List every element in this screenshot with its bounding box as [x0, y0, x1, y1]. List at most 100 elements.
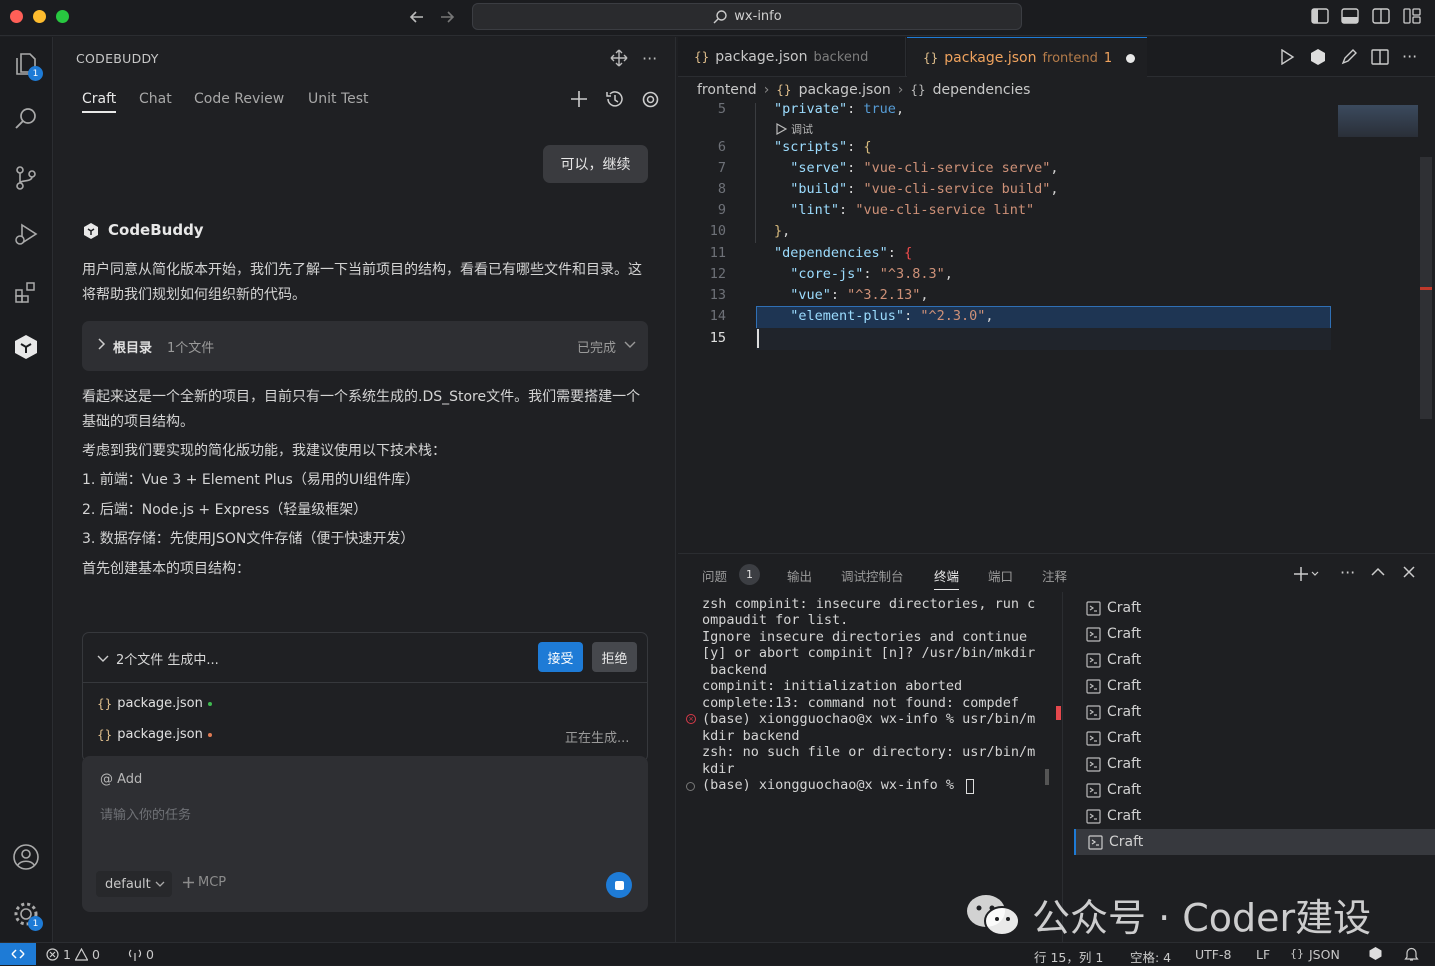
- code-line-12: "core-js": "^3.8.3",: [790, 266, 953, 282]
- code-area[interactable]: 5 "private": true, 调试 6 "scripts": { 7 "…: [678, 103, 1423, 552]
- minimize-window-button[interactable]: [33, 10, 46, 23]
- toggle-panel-icon[interactable]: [1341, 8, 1359, 24]
- history-icon[interactable]: [605, 90, 624, 109]
- chevron-down-icon[interactable]: [97, 655, 109, 663]
- tab-ports[interactable]: 端口: [988, 566, 1013, 585]
- session-label: Craft: [1107, 678, 1142, 694]
- add-context-button[interactable]: @ Add: [100, 772, 142, 787]
- terminal-session-item[interactable]: Craft: [1074, 673, 1435, 699]
- tab-comments[interactable]: 注释: [1042, 566, 1067, 585]
- task-input[interactable]: 请输入你的任务: [100, 804, 191, 823]
- source-control-icon[interactable]: [9, 161, 43, 195]
- warning-icon: [74, 948, 88, 961]
- chat-input-box[interactable]: @ Add 请输入你的任务 default MCP: [82, 756, 648, 912]
- explorer-icon[interactable]: 1: [9, 47, 43, 81]
- terminal-icon: [1086, 808, 1101, 824]
- codebuddy-icon[interactable]: [9, 330, 43, 364]
- tab-unit-test[interactable]: Unit Test: [308, 91, 369, 107]
- notifications-bell-icon[interactable]: [1404, 946, 1419, 962]
- folder-label: 根目录: [113, 341, 153, 356]
- terminal-session-item[interactable]: Craft: [1074, 803, 1435, 829]
- minimap[interactable]: [1338, 105, 1418, 137]
- account-icon[interactable]: [9, 840, 43, 874]
- tab-package-json-backend[interactable]: {} package.json backend: [678, 37, 906, 77]
- activity-bar: 1 1: [0, 37, 53, 942]
- terminal-icon: [1086, 704, 1101, 720]
- more-actions-icon[interactable]: ···: [642, 49, 657, 68]
- remote-indicator-icon[interactable]: [0, 943, 36, 965]
- run-icon[interactable]: [1279, 49, 1295, 65]
- generated-file-2[interactable]: {} package.json: [97, 727, 212, 742]
- json-file-icon: {}: [694, 50, 710, 64]
- terminal-session-item[interactable]: Craft: [1074, 595, 1435, 621]
- codebuddy-action-icon[interactable]: [1309, 48, 1327, 66]
- extensions-icon[interactable]: [9, 275, 43, 309]
- terminal-session-item[interactable]: Craft: [1074, 725, 1435, 751]
- back-arrow-icon[interactable]: [408, 8, 426, 26]
- terminal-scrollbar[interactable]: [1045, 769, 1049, 785]
- stop-generation-button[interactable]: [606, 872, 632, 898]
- breadcrumb-folder[interactable]: frontend: [697, 82, 757, 98]
- line-number: 6: [717, 139, 726, 155]
- tab-package-json-frontend[interactable]: {} package.json frontend 1: [907, 37, 1147, 78]
- language-mode[interactable]: {} JSON: [1290, 947, 1340, 962]
- cursor-position[interactable]: 行 15，列 1: [1034, 947, 1103, 966]
- terminal-session-item[interactable]: Craft: [1074, 647, 1435, 673]
- accept-button[interactable]: 接受: [538, 642, 583, 672]
- encoding[interactable]: UTF-8: [1195, 947, 1231, 962]
- zoom-window-button[interactable]: [56, 10, 69, 23]
- close-window-button[interactable]: [10, 10, 23, 23]
- generated-file-1[interactable]: {} package.json: [97, 696, 212, 711]
- generation-title: 2个文件 生成中...: [116, 653, 219, 668]
- terminal-line: zsh compinit: insecure directories, run …: [702, 596, 1036, 612]
- model-select[interactable]: default: [96, 871, 172, 897]
- line-ending[interactable]: LF: [1256, 947, 1270, 962]
- ports-status[interactable]: 0: [128, 947, 154, 962]
- tab-terminal[interactable]: 终端: [934, 566, 960, 590]
- tab-output[interactable]: 输出: [787, 566, 812, 585]
- mcp-button[interactable]: MCP: [182, 875, 226, 890]
- more-actions-icon[interactable]: ···: [1340, 563, 1355, 582]
- tab-code-review[interactable]: Code Review: [194, 91, 284, 107]
- customize-layout-icon[interactable]: [1403, 8, 1421, 24]
- unsaved-dot-icon[interactable]: [1126, 53, 1136, 63]
- new-chat-icon[interactable]: [570, 90, 588, 108]
- tab-debug-console[interactable]: 调试控制台: [841, 566, 904, 585]
- indentation[interactable]: 空格: 4: [1130, 947, 1171, 966]
- breadcrumb-file[interactable]: package.json: [799, 82, 891, 98]
- reject-button[interactable]: 拒绝: [592, 642, 637, 672]
- tab-chat[interactable]: Chat: [139, 91, 172, 107]
- forward-arrow-icon[interactable]: [438, 8, 456, 26]
- maximize-panel-icon[interactable]: [1371, 567, 1385, 577]
- codebuddy-status-icon[interactable]: [1368, 946, 1383, 961]
- terminal-icon: [1086, 600, 1101, 616]
- settings-gear-icon[interactable]: 1: [9, 897, 43, 931]
- settings-icon[interactable]: [641, 90, 660, 109]
- toggle-sidebar-icon[interactable]: [1311, 8, 1329, 24]
- command-center-search[interactable]: wx-info: [472, 3, 1022, 30]
- run-debug-icon[interactable]: [9, 217, 43, 251]
- more-actions-icon[interactable]: ···: [1402, 47, 1417, 66]
- terminal-session-item[interactable]: Craft: [1074, 751, 1435, 777]
- terminal-session-item[interactable]: Craft: [1074, 621, 1435, 647]
- object-icon: {}: [910, 83, 926, 97]
- search-icon[interactable]: [9, 102, 43, 136]
- tab-problems[interactable]: 问题: [702, 566, 727, 585]
- debug-codelens[interactable]: 调试: [776, 121, 813, 137]
- new-terminal-icon[interactable]: [1293, 566, 1319, 582]
- terminal-session-item[interactable]: Craft: [1074, 699, 1435, 725]
- plug-icon: [183, 877, 194, 888]
- terminal-session-item[interactable]: Craft: [1074, 777, 1435, 803]
- move-panel-icon[interactable]: [610, 49, 628, 67]
- tab-craft[interactable]: Craft: [82, 91, 117, 113]
- breadcrumb-symbol[interactable]: dependencies: [933, 82, 1031, 98]
- terminal-session-item-active[interactable]: Craft: [1074, 829, 1435, 855]
- split-editor-icon[interactable]: [1371, 49, 1389, 65]
- folder-result-card[interactable]: 根目录 1个文件 已完成: [82, 321, 648, 371]
- problems-status[interactable]: 1 0: [46, 947, 100, 962]
- terminal-icon: [1086, 626, 1101, 642]
- toggle-secondary-sidebar-icon[interactable]: [1372, 8, 1390, 24]
- edit-pencil-icon[interactable]: [1340, 48, 1358, 66]
- line-number: 13: [709, 287, 726, 303]
- close-panel-icon[interactable]: [1403, 566, 1415, 578]
